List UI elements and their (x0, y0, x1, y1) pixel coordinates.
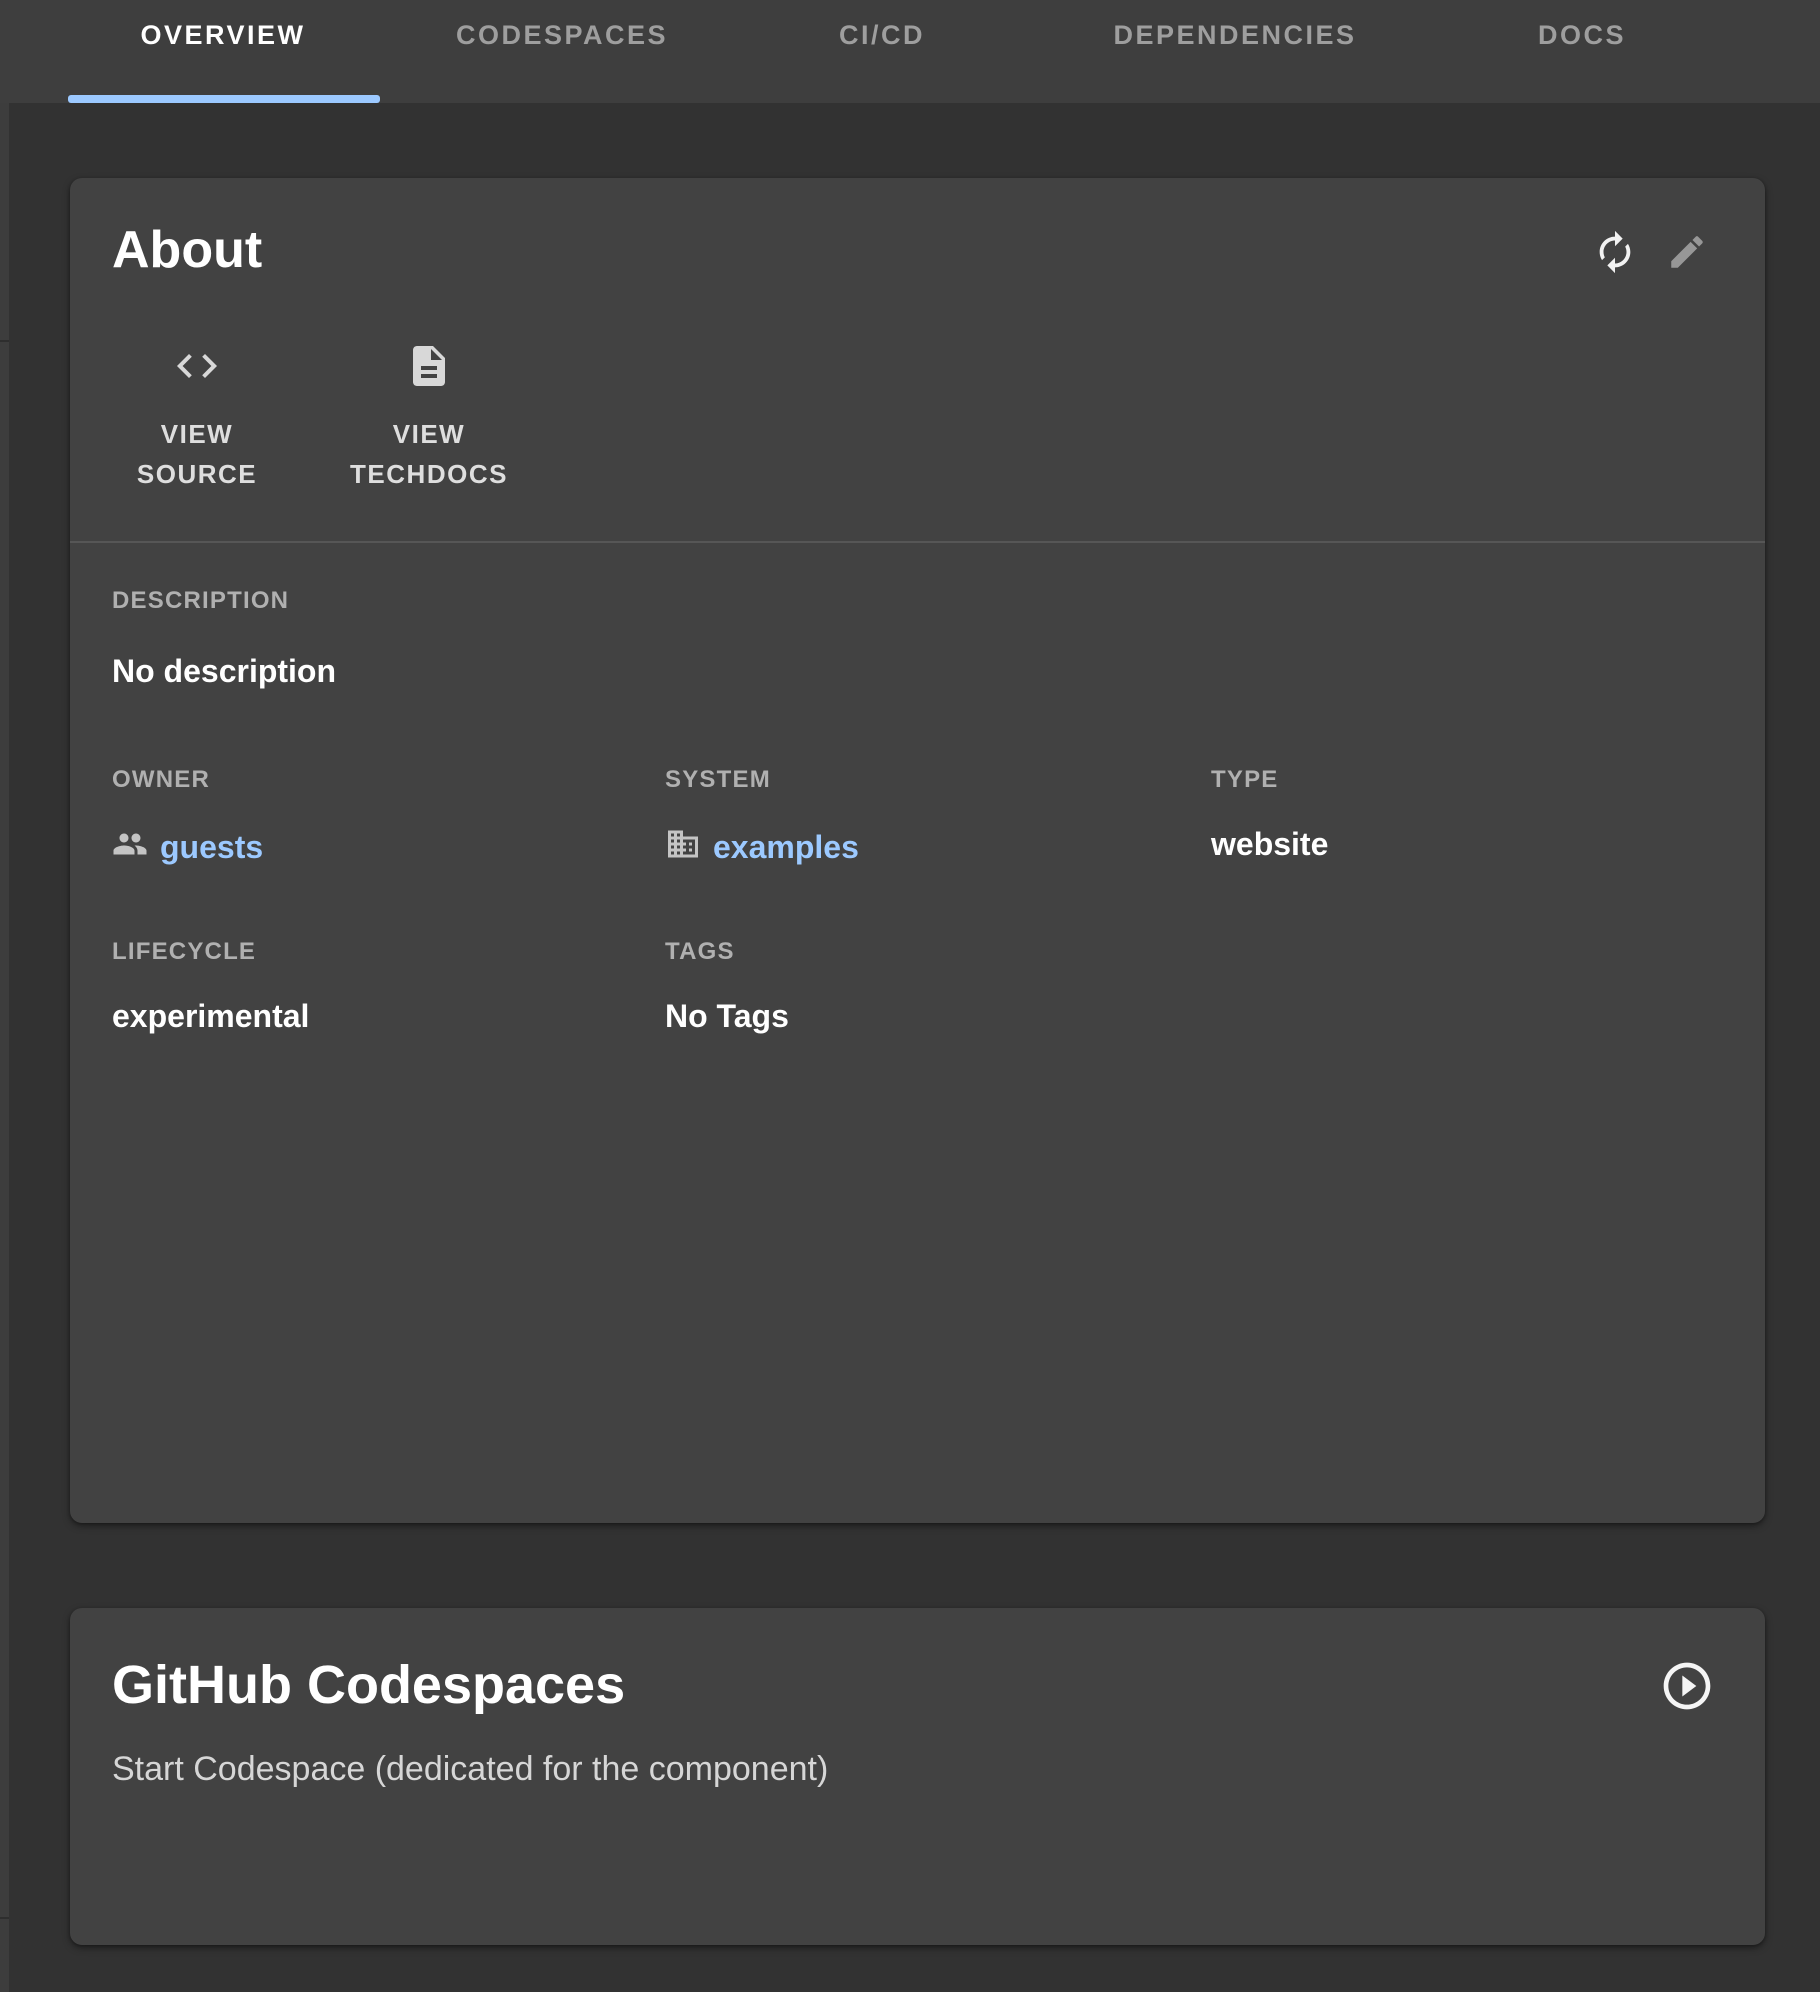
tab-overview-label: OVERVIEW (140, 20, 305, 51)
tags-field: TAGS No Tags (665, 938, 1211, 1035)
sidebar-edge-divider (0, 1917, 9, 1919)
about-quick-links: VIEW SOURCE VIEW TECHDOCS (102, 340, 1723, 495)
view-source-button[interactable]: VIEW SOURCE (102, 340, 292, 495)
description-label: DESCRIPTION (112, 587, 1723, 615)
code-icon (173, 340, 221, 392)
system-building-icon (665, 826, 701, 870)
sidebar-edge (0, 103, 9, 1992)
group-icon (112, 826, 148, 870)
view-source-label: VIEW SOURCE (107, 414, 287, 495)
sidebar-edge-divider (0, 340, 9, 342)
about-card-title: About (112, 222, 262, 279)
codespaces-card-subtitle: Start Codespace (dedicated for the compo… (112, 1750, 1723, 1789)
refresh-button[interactable] (1579, 216, 1651, 288)
tab-docs-label: DOCS (1538, 20, 1626, 51)
entity-tab-bar: OVERVIEW CODESPACES CI/CD DEPENDENCIES D… (0, 0, 1820, 103)
owner-link[interactable]: guests (112, 826, 263, 870)
codespaces-card-header: GitHub Codespaces (112, 1656, 1723, 1722)
tab-codespaces[interactable]: CODESPACES (378, 0, 746, 103)
tab-codespaces-label: CODESPACES (456, 20, 668, 51)
owner-label: OWNER (112, 766, 665, 794)
start-codespace-button[interactable] (1651, 1650, 1723, 1722)
lifecycle-label: LIFECYCLE (112, 938, 665, 966)
edit-pencil-icon (1666, 231, 1708, 273)
lifecycle-value: experimental (112, 998, 665, 1035)
codespaces-card-title: GitHub Codespaces (112, 1656, 625, 1715)
type-value: website (1211, 826, 1723, 863)
tags-value: No Tags (665, 998, 1211, 1035)
owner-field: OWNER guests (112, 766, 665, 870)
tab-docs[interactable]: DOCS (1452, 0, 1712, 103)
edit-button[interactable] (1651, 216, 1723, 288)
tab-overview[interactable]: OVERVIEW (68, 0, 378, 103)
tab-cicd-label: CI/CD (839, 20, 925, 51)
selected-tab-indicator (68, 95, 380, 103)
about-fields-grid: OWNER guests SYSTEM (112, 766, 1723, 1035)
tab-dependencies[interactable]: DEPENDENCIES (1018, 0, 1452, 103)
refresh-icon (1592, 229, 1638, 275)
tab-cicd[interactable]: CI/CD (746, 0, 1018, 103)
description-field: DESCRIPTION No description (112, 587, 1723, 690)
document-icon (405, 340, 453, 392)
type-label: TYPE (1211, 766, 1723, 794)
view-techdocs-button[interactable]: VIEW TECHDOCS (334, 340, 524, 495)
tab-dependencies-label: DEPENDENCIES (1113, 20, 1356, 51)
system-link-label: examples (713, 829, 859, 866)
about-card-header: About (112, 222, 1723, 288)
about-card-divider (70, 541, 1765, 543)
type-field: TYPE website (1211, 766, 1723, 870)
system-label: SYSTEM (665, 766, 1211, 794)
about-card: About VIEW SOURCE (70, 178, 1765, 1523)
lifecycle-field: LIFECYCLE experimental (112, 938, 665, 1035)
view-techdocs-label: VIEW TECHDOCS (339, 414, 519, 495)
owner-link-label: guests (160, 829, 263, 866)
github-codespaces-card: GitHub Codespaces Start Codespace (dedic… (70, 1608, 1765, 1945)
description-value: No description (112, 653, 1723, 690)
system-field: SYSTEM examples (665, 766, 1211, 870)
play-circle-icon (1659, 1658, 1715, 1714)
tags-label: TAGS (665, 938, 1211, 966)
system-link[interactable]: examples (665, 826, 859, 870)
